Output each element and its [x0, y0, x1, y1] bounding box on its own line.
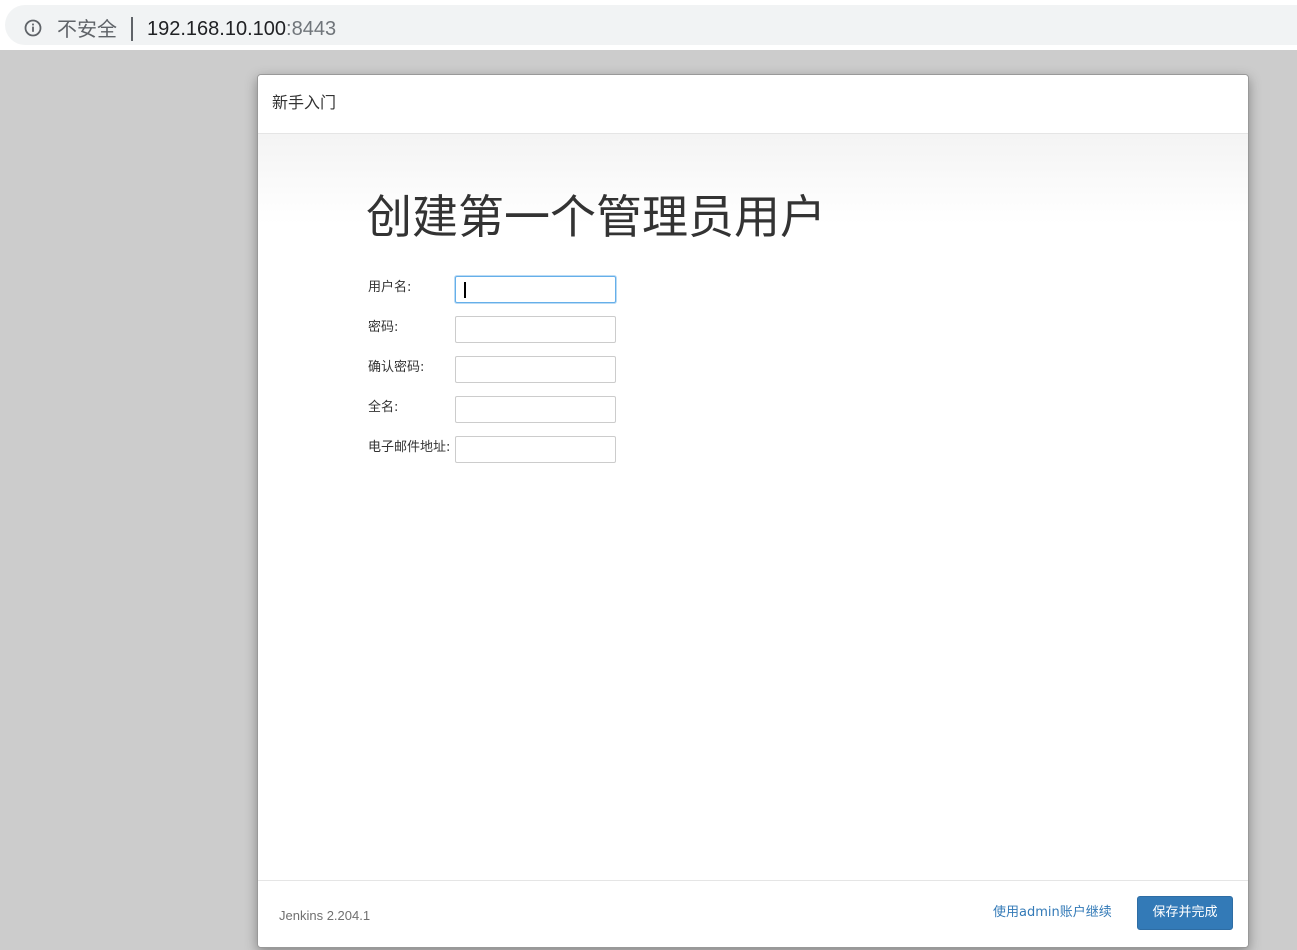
dialog-title: 新手入门 — [272, 93, 337, 112]
jenkins-version: Jenkins 2.204.1 — [279, 908, 371, 923]
save-and-finish-button[interactable]: 保存并完成 — [1137, 896, 1233, 930]
dialog-body: 创建第一个管理员用户 用户名: 密码: 确认密码: 全名: 电子邮件地址: — [258, 134, 1248, 880]
setup-wizard-dialog: 新手入门 创建第一个管理员用户 用户名: 密码: 确认密码: 全名: 电子邮件地… — [257, 74, 1249, 948]
form-row-confirm-password: 确认密码: — [368, 356, 668, 386]
form-row-fullname: 全名: — [368, 396, 668, 426]
confirm-password-label: 确认密码: — [368, 360, 425, 375]
continue-as-admin-link[interactable]: 使用admin账户继续 — [993, 905, 1112, 921]
info-icon[interactable] — [24, 19, 42, 37]
form-row-password: 密码: — [368, 316, 668, 346]
page-heading: 创建第一个管理员用户 — [366, 190, 826, 244]
url-host: 192.168.10.100 — [147, 18, 287, 40]
url-port: :8443 — [286, 18, 337, 40]
fullname-label: 全名: — [368, 400, 399, 415]
form-row-username: 用户名: — [368, 276, 668, 306]
email-input[interactable] — [455, 436, 616, 463]
browser-address-bar: 不安全 192.168.10.100:8443 — [0, 0, 1297, 50]
omnibox[interactable]: 不安全 192.168.10.100:8443 — [5, 5, 1297, 45]
email-label: 电子邮件地址: — [368, 440, 451, 455]
username-input[interactable] — [455, 276, 616, 303]
password-input[interactable] — [455, 316, 616, 343]
dialog-header: 新手入门 — [258, 75, 1248, 134]
url-text[interactable]: 192.168.10.100:8443 — [147, 17, 336, 41]
dialog-footer: Jenkins 2.204.1 使用admin账户继续 保存并完成 — [258, 880, 1248, 947]
fullname-input[interactable] — [455, 396, 616, 423]
text-caret — [464, 282, 466, 298]
confirm-password-input[interactable] — [455, 356, 616, 383]
form-row-email: 电子邮件地址: — [368, 436, 668, 466]
security-status-label[interactable]: 不安全 — [57, 17, 117, 41]
username-label: 用户名: — [368, 280, 412, 295]
url-divider — [131, 17, 133, 41]
password-label: 密码: — [368, 320, 399, 335]
